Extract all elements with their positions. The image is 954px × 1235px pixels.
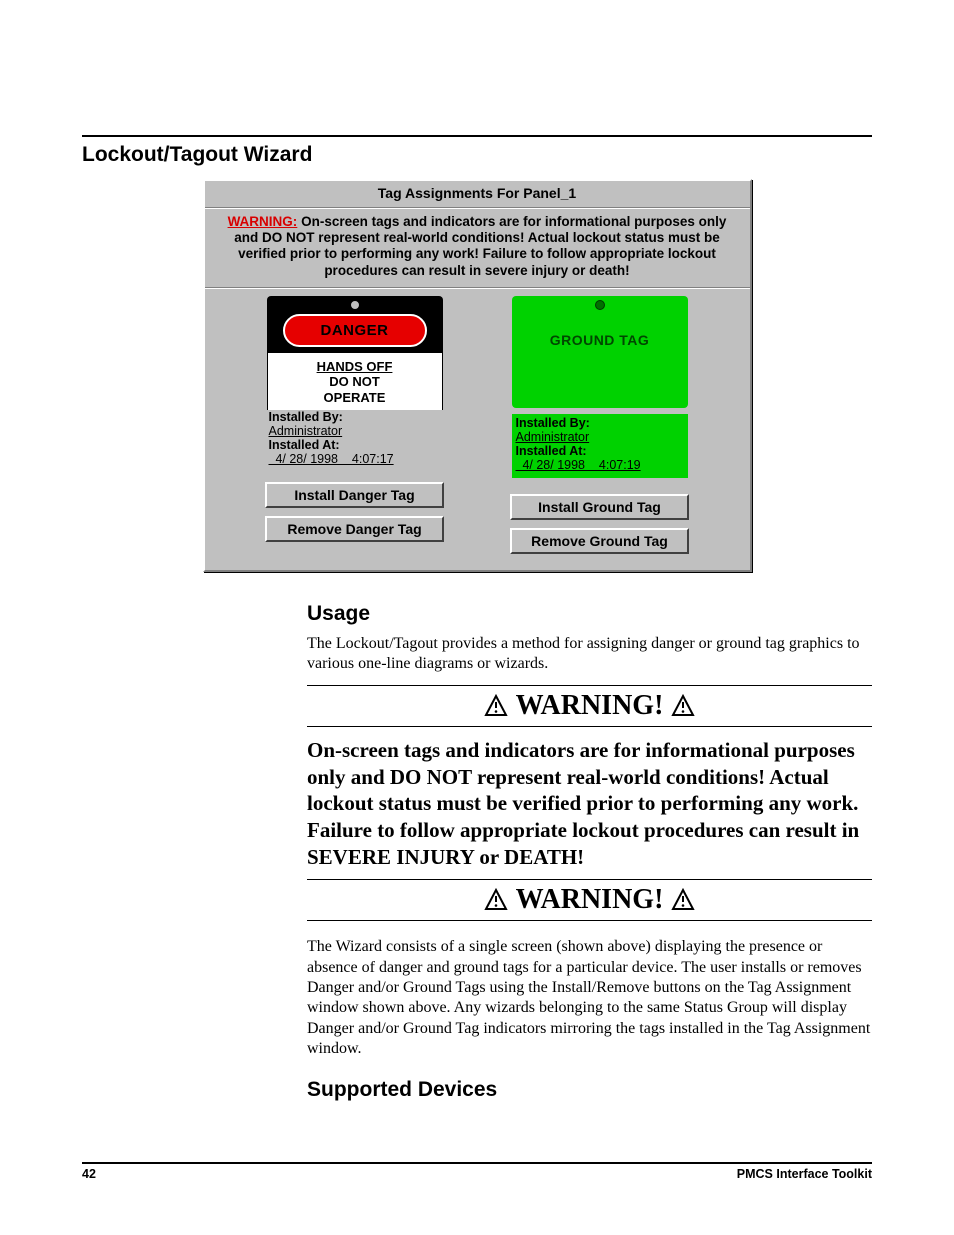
- warning-header-row: WARNING!: [307, 688, 872, 724]
- content-column: Usage The Lockout/Tagout provides a meth…: [307, 602, 872, 1102]
- ground-tag-card: GROUND TAG: [512, 296, 688, 408]
- footer-row: 42 PMCS Interface Toolkit: [82, 1167, 872, 1181]
- warn-rule: [307, 726, 872, 727]
- danger-installed-at-value: 4/ 28/ 1998 4:07:17: [269, 452, 441, 466]
- ground-installed-by-value: Administrator: [516, 430, 684, 444]
- ground-installed-at-value: 4/ 28/ 1998 4:07:19: [516, 458, 684, 472]
- install-ground-tag-button[interactable]: Install Ground Tag: [510, 494, 689, 520]
- hands-off-text: HANDS OFF: [268, 359, 442, 375]
- danger-installed-at-label: Installed At:: [269, 438, 441, 452]
- remove-danger-tag-button[interactable]: Remove Danger Tag: [265, 516, 444, 542]
- warning-triangle-icon: [484, 694, 508, 718]
- top-rule: [82, 135, 872, 137]
- operate-text: OPERATE: [268, 390, 442, 406]
- ground-column: GROUND TAG Installed By: Administrator I…: [490, 296, 710, 556]
- supported-devices-heading: Supported Devices: [307, 1078, 872, 1102]
- ground-installed-by-label: Installed By:: [516, 416, 684, 430]
- doc-title: PMCS Interface Toolkit: [737, 1167, 872, 1181]
- usage-paragraph: The Lockout/Tagout provides a method for…: [307, 634, 872, 675]
- ground-tag-label: GROUND TAG: [550, 332, 650, 348]
- danger-column: DANGER HANDS OFF DO NOT OPERATE Installe…: [245, 296, 465, 556]
- do-not-text: DO NOT: [268, 374, 442, 390]
- tag-assignments-dialog: Tag Assignments For Panel_1 WARNING: On-…: [203, 179, 752, 572]
- page-number: 42: [82, 1167, 96, 1181]
- page: Lockout/Tagout Wizard Tag Assignments Fo…: [0, 0, 954, 1235]
- danger-info: Installed By: Administrator Installed At…: [267, 410, 443, 466]
- danger-pill: DANGER: [283, 314, 427, 347]
- wizard-description-paragraph: The Wizard consists of a single screen (…: [307, 937, 872, 1060]
- install-danger-tag-button[interactable]: Install Danger Tag: [265, 482, 444, 508]
- ground-info: Installed By: Administrator Installed At…: [512, 414, 688, 478]
- footer-rule: [82, 1162, 872, 1164]
- warning-prefix: WARNING:: [228, 214, 298, 229]
- warning-block-top: WARNING!: [307, 685, 872, 727]
- warning-body-paragraph: On-screen tags and indicators are for in…: [307, 737, 872, 871]
- warning-block-bottom: WARNING!: [307, 879, 872, 921]
- warning-triangle-icon: [484, 888, 508, 912]
- tag-columns: DANGER HANDS OFF DO NOT OPERATE Installe…: [205, 288, 750, 570]
- warning-header-row: WARNING!: [307, 882, 872, 918]
- remove-ground-tag-button[interactable]: Remove Ground Tag: [510, 528, 689, 554]
- warning-triangle-icon: [671, 888, 695, 912]
- section-heading: Lockout/Tagout Wizard: [82, 143, 872, 167]
- tag-hole-icon: [595, 300, 605, 310]
- warn-rule: [307, 879, 872, 880]
- dialog-warning: WARNING: On-screen tags and indicators a…: [205, 208, 750, 288]
- danger-installed-by-label: Installed By:: [269, 410, 441, 424]
- usage-heading: Usage: [307, 602, 872, 626]
- danger-installed-by-value: Administrator: [269, 424, 441, 438]
- ground-installed-at-label: Installed At:: [516, 444, 684, 458]
- page-footer: 42 PMCS Interface Toolkit: [82, 1162, 872, 1181]
- warning-header-text: WARNING!: [516, 884, 664, 916]
- warn-rule: [307, 685, 872, 686]
- tag-hole-icon: [350, 300, 360, 310]
- warning-triangle-icon: [671, 694, 695, 718]
- dialog-wrap: Tag Assignments For Panel_1 WARNING: On-…: [82, 179, 872, 572]
- warning-text: On-screen tags and indicators are for in…: [234, 214, 726, 278]
- warn-rule: [307, 920, 872, 921]
- dialog-title: Tag Assignments For Panel_1: [205, 181, 750, 208]
- warning-header-text: WARNING!: [516, 690, 664, 722]
